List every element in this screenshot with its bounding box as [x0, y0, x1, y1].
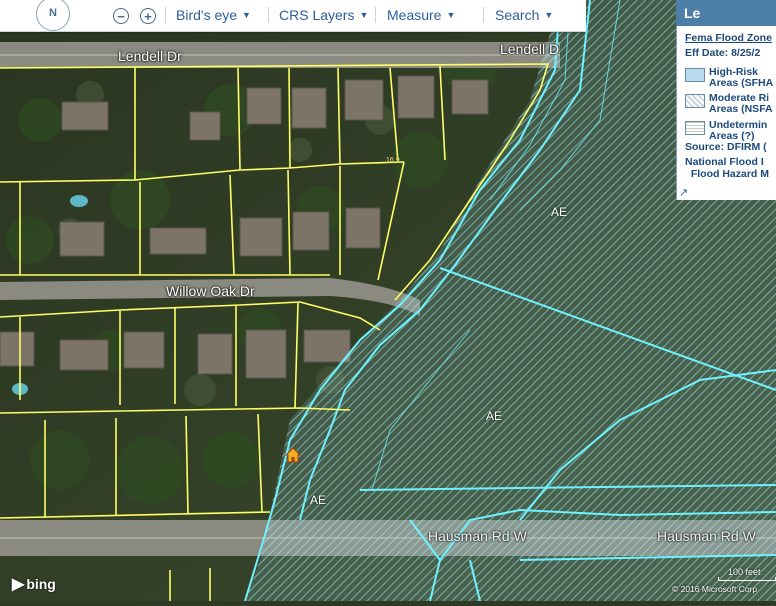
legend-item-undetermined: Undetermin Areas (?)	[709, 120, 767, 142]
scale-label: 100 feet	[728, 567, 761, 577]
bing-b-icon: ▶	[12, 576, 25, 593]
crs-layers-menu[interactable]: CRS Layers ▼	[279, 6, 368, 24]
compass-north-label: N	[49, 7, 57, 19]
search-label: Search	[495, 7, 540, 23]
birds-eye-menu[interactable]: Bird's eye ▼	[176, 6, 251, 24]
measure-menu[interactable]: Measure ▼	[387, 6, 455, 24]
house-marker-icon[interactable]	[284, 447, 302, 463]
legend-source: Source: DFIRM (	[685, 141, 767, 153]
layers-button[interactable]: Le	[676, 0, 776, 26]
measure-label: Measure	[387, 7, 442, 23]
caret-down-icon: ▼	[359, 10, 369, 20]
legend-note-line: National Flood I	[685, 156, 764, 168]
road-label-hausman: Hausman Rd W	[428, 528, 527, 544]
crs-layers-label: CRS Layers	[279, 7, 355, 23]
high-risk-swatch	[685, 68, 705, 82]
legend-item-label: Areas (SFHA	[709, 77, 774, 89]
parcel-label: 16.9	[386, 157, 400, 164]
legend-eff-date: Eff Date: 8/25/2	[685, 47, 761, 59]
flood-zone-label: AE	[310, 493, 327, 507]
legend-note: National Flood I Flood Hazard M	[685, 156, 769, 180]
zoom-out-button[interactable]: −	[113, 8, 129, 24]
compass-control[interactable]: N	[32, 0, 74, 33]
road-label-hausman-right: Hausman Rd W	[657, 528, 756, 544]
map-toolbar: N − + Bird's eye ▼ CRS Layers ▼ Measure ▼ S…	[0, 0, 586, 32]
legend-item-moderate-risk: Moderate Ri Areas (NSFA	[709, 93, 773, 115]
flood-legend-panel: Fema Flood Zone Eff Date: 8/25/2 High-Ri…	[676, 26, 776, 200]
aerial-map	[0, 0, 776, 602]
road-label-lendell-right: Lendell D	[500, 41, 560, 57]
scale-bar	[718, 577, 776, 581]
moderate-risk-swatch	[685, 94, 705, 108]
flood-zone-label: AE	[486, 409, 503, 423]
legend-item-high-risk: High-Risk Areas (SFHA	[709, 67, 773, 89]
toolbar-divider	[268, 7, 269, 23]
flood-zone-label: AE	[551, 205, 568, 219]
zoom-in-button[interactable]: +	[140, 8, 156, 24]
undetermined-swatch	[685, 121, 705, 135]
caret-down-icon: ▼	[544, 10, 554, 20]
search-menu[interactable]: Search ▼	[495, 6, 553, 24]
legend-item-label: Areas (NSFA	[709, 103, 773, 115]
birds-eye-label: Bird's eye	[176, 7, 238, 23]
road-label-willow-oak: Willow Oak Dr	[166, 283, 255, 299]
legend-note-line: Flood Hazard M	[685, 168, 769, 180]
toolbar-divider	[165, 7, 166, 23]
expand-icon[interactable]: ↗	[679, 186, 688, 199]
caret-down-icon: ▼	[446, 10, 456, 20]
legend-title[interactable]: Fema Flood Zone	[685, 32, 772, 44]
legend-tab-area	[586, 0, 674, 31]
road-label-lendell: Lendell Dr	[118, 48, 182, 64]
toolbar-divider	[375, 7, 376, 23]
bing-logo-text: bing	[26, 576, 56, 592]
copyright-text: © 2016 Microsoft Corp	[672, 584, 758, 594]
toolbar-divider	[483, 7, 484, 23]
bing-logo: ▶ bing	[12, 574, 56, 594]
map-canvas[interactable]: Lendell Dr Lendell D Willow Oak Dr Hausm…	[0, 0, 776, 602]
caret-down-icon: ▼	[242, 10, 251, 20]
